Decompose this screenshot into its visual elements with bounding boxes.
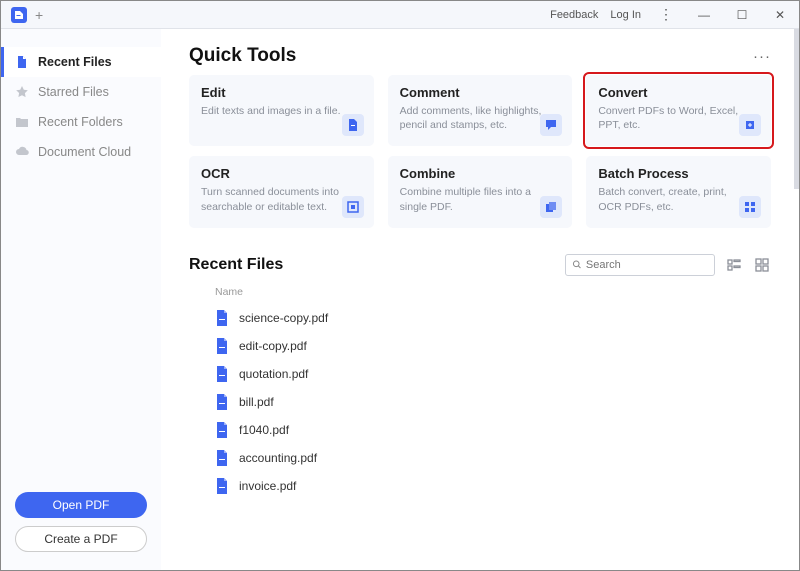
file-row[interactable]: invoice.pdf <box>189 472 771 500</box>
open-pdf-button[interactable]: Open PDF <box>15 492 147 518</box>
pdf-file-icon <box>215 394 229 410</box>
file-name: quotation.pdf <box>239 367 308 381</box>
tool-title: Combine <box>400 166 561 181</box>
file-list: science-copy.pdf edit-copy.pdf quotation.p… <box>189 304 771 500</box>
ocr-icon <box>342 196 364 218</box>
tool-desc: Batch convert, create, print, OCR PDFs, … <box>598 185 748 213</box>
file-row[interactable]: quotation.pdf <box>189 360 771 388</box>
column-name-header: Name <box>189 282 771 304</box>
tool-title: Convert <box>598 85 759 100</box>
sidebar-item-label: Document Cloud <box>38 145 131 159</box>
close-button[interactable]: ✕ <box>767 5 793 25</box>
sidebar-item-recent-folders[interactable]: Recent Folders <box>1 107 161 137</box>
cloud-icon <box>15 145 29 159</box>
file-row[interactable]: f1040.pdf <box>189 416 771 444</box>
new-tab-button[interactable]: + <box>35 7 43 23</box>
pdf-file-icon <box>215 450 229 466</box>
combine-icon <box>540 196 562 218</box>
quick-tools-grid: Edit Edit texts and images in a file. Co… <box>189 75 771 228</box>
tool-card-edit[interactable]: Edit Edit texts and images in a file. <box>189 75 374 146</box>
file-name: edit-copy.pdf <box>239 339 307 353</box>
sidebar-item-label: Recent Files <box>38 55 112 69</box>
search-box[interactable] <box>565 254 715 276</box>
file-row[interactable]: science-copy.pdf <box>189 304 771 332</box>
comment-icon <box>540 114 562 136</box>
tool-desc: Turn scanned documents into searchable o… <box>201 185 351 213</box>
tool-card-comment[interactable]: Comment Add comments, like highlights, p… <box>388 75 573 146</box>
file-row[interactable]: accounting.pdf <box>189 444 771 472</box>
tool-card-combine[interactable]: Combine Combine multiple files into a si… <box>388 156 573 227</box>
scrollbar[interactable] <box>794 29 799 189</box>
tool-desc: Add comments, like highlights, pencil an… <box>400 104 550 132</box>
maximize-button[interactable]: ☐ <box>729 5 755 25</box>
feedback-link[interactable]: Feedback <box>550 9 598 21</box>
tool-card-convert[interactable]: Convert Convert PDFs to Word, Excel, PPT… <box>586 75 771 146</box>
sidebar-item-recent-files[interactable]: Recent Files <box>1 47 161 77</box>
file-name: accounting.pdf <box>239 451 317 465</box>
tool-card-ocr[interactable]: OCR Turn scanned documents into searchab… <box>189 156 374 227</box>
pdf-file-icon <box>215 478 229 494</box>
tool-title: Edit <box>201 85 362 100</box>
folder-icon <box>15 115 29 129</box>
more-options-button[interactable]: ··· <box>753 48 771 65</box>
file-row[interactable]: edit-copy.pdf <box>189 332 771 360</box>
convert-icon <box>739 114 761 136</box>
recent-files-heading: Recent Files <box>189 256 283 274</box>
main-area: Quick Tools ··· Edit Edit texts and imag… <box>161 29 799 570</box>
sidebar-item-document-cloud[interactable]: Document Cloud <box>1 137 161 167</box>
file-row[interactable]: bill.pdf <box>189 388 771 416</box>
file-name: invoice.pdf <box>239 479 296 493</box>
pdf-file-icon <box>215 422 229 438</box>
sidebar-item-starred-files[interactable]: Starred Files <box>1 77 161 107</box>
pdf-file-icon <box>215 366 229 382</box>
create-pdf-button[interactable]: Create a PDF <box>15 526 147 552</box>
file-icon <box>15 55 29 69</box>
search-icon <box>572 259 582 270</box>
tool-title: Batch Process <box>598 166 759 181</box>
tool-desc: Convert PDFs to Word, Excel, PPT, etc. <box>598 104 748 132</box>
grid-view-button[interactable] <box>753 256 771 274</box>
app-logo-icon <box>11 7 27 23</box>
menu-dots-button[interactable]: ⋮ <box>653 5 679 25</box>
pdf-file-icon <box>215 310 229 326</box>
search-input[interactable] <box>586 259 708 271</box>
minimize-button[interactable]: — <box>691 5 717 25</box>
login-link[interactable]: Log In <box>610 9 641 21</box>
star-icon <box>15 85 29 99</box>
sidebar-item-label: Starred Files <box>38 85 109 99</box>
file-name: science-copy.pdf <box>239 311 328 325</box>
batch-icon <box>739 196 761 218</box>
file-name: f1040.pdf <box>239 423 289 437</box>
titlebar: + Feedback Log In ⋮ — ☐ ✕ <box>1 1 799 29</box>
tool-title: OCR <box>201 166 362 181</box>
pdf-file-icon <box>215 338 229 354</box>
edit-icon <box>342 114 364 136</box>
tool-desc: Combine multiple files into a single PDF… <box>400 185 550 213</box>
tool-desc: Edit texts and images in a file. <box>201 104 351 118</box>
sidebar-item-label: Recent Folders <box>38 115 123 129</box>
file-name: bill.pdf <box>239 395 274 409</box>
quick-tools-heading: Quick Tools <box>189 45 296 67</box>
sidebar: Recent Files Starred Files Recent Folder… <box>1 29 161 570</box>
list-view-button[interactable] <box>725 256 743 274</box>
tool-title: Comment <box>400 85 561 100</box>
tool-card-batch-process[interactable]: Batch Process Batch convert, create, pri… <box>586 156 771 227</box>
